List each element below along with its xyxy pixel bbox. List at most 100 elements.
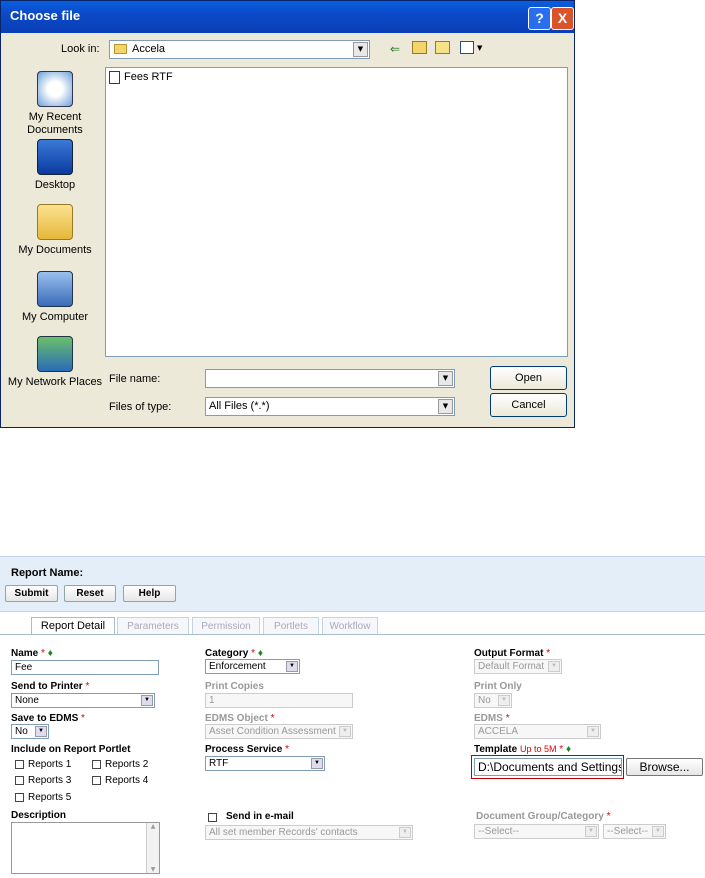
process-service-select[interactable]: RTF ▼ (205, 756, 325, 771)
scrollbar[interactable]: ▲ ▼ (146, 823, 159, 873)
place-label: Desktop (34, 179, 76, 191)
place-label: My Computer (21, 311, 89, 323)
print-copies-input[interactable]: 1 (205, 693, 353, 708)
description-textarea[interactable]: ▲ ▼ (11, 822, 160, 874)
reports-1-label: Reports 1 (28, 759, 72, 770)
edms-object-value: Asset Condition Assessment (209, 726, 336, 737)
my-computer-icon (37, 271, 73, 307)
send-email-label: Send in e-mail (226, 811, 294, 822)
up-folder-icon[interactable] (412, 41, 427, 54)
place-my-documents[interactable]: My Documents (6, 204, 104, 257)
name-label: Name * ♦ (11, 648, 53, 659)
print-copies-label: Print Copies (205, 681, 264, 692)
file-type-label: Files of type: (109, 401, 172, 413)
tab-permission[interactable]: Permission (192, 617, 260, 634)
file-type-value: All Files (*.*) (209, 400, 270, 412)
edms-object-label: EDMS Object * (205, 713, 275, 724)
scroll-down-icon[interactable]: ▼ (147, 866, 159, 873)
help-button[interactable]: Help (123, 585, 176, 602)
reports-1-checkbox[interactable] (15, 760, 24, 769)
edms-select[interactable]: ACCELA ▼ (474, 724, 601, 739)
reports-2-checkbox[interactable] (92, 760, 101, 769)
file-type-select[interactable]: All Files (*.*) ▼ (205, 397, 455, 416)
send-email-checkbox[interactable] (208, 813, 217, 822)
include-portlet-label: Include on Report Portlet (11, 744, 131, 755)
word-document-icon (109, 71, 120, 84)
folder-icon (114, 44, 127, 54)
tab-workflow[interactable]: Workflow (322, 617, 378, 634)
look-in-select[interactable]: Accela ▼ (109, 40, 370, 59)
chevron-down-icon: ▼ (498, 695, 510, 706)
submit-button[interactable]: Submit (5, 585, 58, 602)
output-format-label: Output Format * (474, 648, 551, 659)
place-label: My Documents (18, 244, 92, 256)
category-value: Enforcement (209, 661, 266, 672)
file-list[interactable]: Fees RTF (105, 67, 568, 357)
tab-portlets[interactable]: Portlets (263, 617, 319, 634)
template-label: Template Up to 5M * ♦ (474, 744, 572, 755)
chevron-down-icon: ▼ (652, 826, 664, 837)
reports-2-label: Reports 2 (105, 759, 149, 770)
save-to-edms-select[interactable]: No ▼ (11, 724, 49, 739)
process-service-label: Process Service * (205, 744, 289, 755)
tab-parameters[interactable]: Parameters (117, 617, 189, 634)
tab-report-detail[interactable]: Report Detail (31, 617, 115, 634)
recent-documents-icon (37, 71, 73, 107)
my-documents-icon (37, 204, 73, 240)
file-name-input[interactable]: ▼ (205, 369, 455, 388)
edms-object-select[interactable]: Asset Condition Assessment ▼ (205, 724, 353, 739)
category-select[interactable]: Enforcement ▼ (205, 659, 300, 674)
report-form: Report Name: Submit Reset Help Report De… (0, 556, 705, 878)
send-to-printer-label: Send to Printer * (11, 681, 90, 692)
send-to-printer-value: None (15, 695, 39, 706)
dialog-title: Choose file (10, 8, 81, 23)
cancel-button[interactable]: Cancel (490, 393, 567, 417)
print-only-value: No (478, 695, 491, 706)
reset-button[interactable]: Reset (64, 585, 116, 602)
place-label: My Recent Documents (27, 111, 83, 136)
chevron-down-icon[interactable]: ▼ (35, 726, 47, 737)
reports-4-checkbox[interactable] (92, 776, 101, 785)
chevron-down-icon[interactable]: ▼ (286, 661, 298, 672)
chevron-down-icon[interactable]: ▼ (438, 371, 453, 386)
browse-button[interactable]: Browse... (626, 758, 703, 776)
process-service-value: RTF (209, 758, 229, 769)
place-my-computer[interactable]: My Computer (6, 271, 104, 324)
output-format-value: Default Format (478, 661, 545, 672)
place-recent-documents[interactable]: My Recent Documents (6, 71, 104, 137)
new-folder-icon[interactable] (435, 41, 450, 54)
view-dropdown-icon[interactable]: ▼ (477, 44, 482, 52)
doc-group-select[interactable]: --Select-- ▼ (474, 824, 599, 839)
send-to-printer-select[interactable]: None ▼ (11, 693, 155, 708)
chevron-down-icon[interactable]: ▼ (353, 42, 368, 57)
print-only-select[interactable]: No ▼ (474, 693, 512, 708)
doc-category-select[interactable]: --Select-- ▼ (603, 824, 666, 839)
desktop-icon (37, 139, 73, 175)
back-icon[interactable]: ⇐ (390, 42, 400, 56)
help-button[interactable]: ? (528, 7, 551, 30)
close-button[interactable]: X (551, 7, 574, 30)
chevron-down-icon[interactable]: ▼ (141, 695, 153, 706)
scroll-up-icon[interactable]: ▲ (147, 823, 159, 830)
template-file-input[interactable]: D:\Documents and Settings (474, 758, 622, 776)
view-menu-icon[interactable] (460, 41, 474, 54)
reports-3-label: Reports 3 (28, 775, 72, 786)
chevron-down-icon: ▼ (587, 726, 599, 737)
chevron-down-icon[interactable]: ▼ (438, 399, 453, 414)
place-network-places[interactable]: My Network Places (6, 336, 104, 389)
chevron-down-icon: ▼ (399, 827, 411, 838)
place-desktop[interactable]: Desktop (6, 139, 104, 192)
chevron-down-icon[interactable]: ▼ (311, 758, 323, 769)
output-format-select[interactable]: Default Format ▼ (474, 659, 562, 674)
reports-5-checkbox[interactable] (15, 793, 24, 802)
email-recipients-select[interactable]: All set member Records' contacts ▼ (205, 825, 413, 840)
name-input[interactable]: Fee (11, 660, 159, 675)
title-bar[interactable]: Choose file ? X (1, 1, 574, 33)
report-name-label: Report Name: (11, 567, 84, 579)
doc-group-label: Document Group/Category * (476, 811, 611, 822)
edms-label: EDMS * (474, 713, 510, 724)
reports-3-checkbox[interactable] (15, 776, 24, 785)
email-recipients-value: All set member Records' contacts (209, 827, 358, 838)
open-button[interactable]: Open (490, 366, 567, 390)
category-label: Category * ♦ (205, 648, 263, 659)
